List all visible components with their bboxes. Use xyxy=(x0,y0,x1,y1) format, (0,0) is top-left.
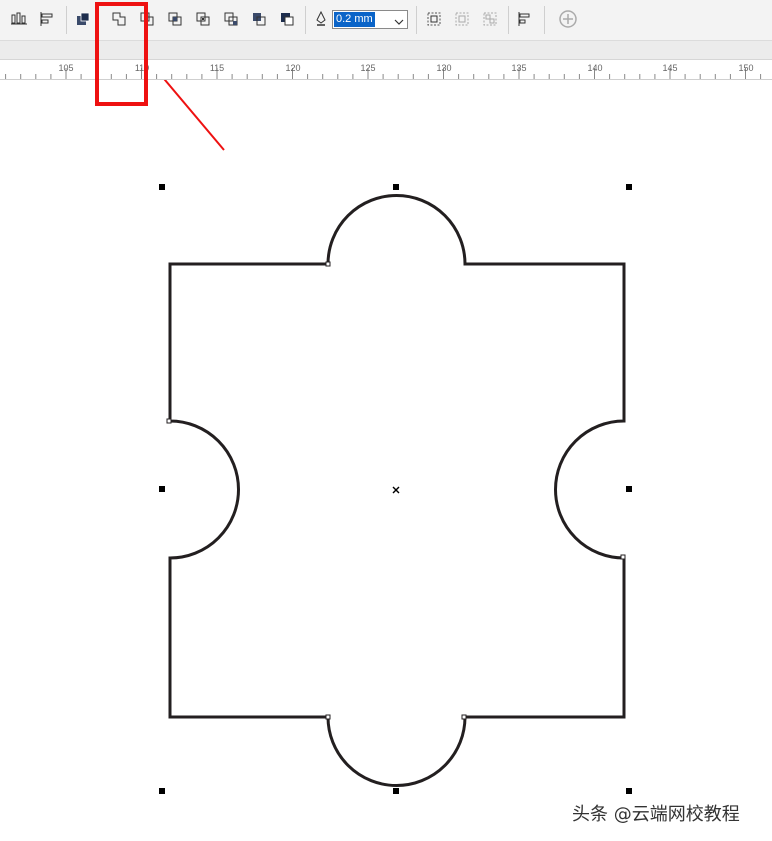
align-left-icon[interactable] xyxy=(36,8,58,30)
selection-handle-sw[interactable] xyxy=(159,788,165,794)
selection-handle-n[interactable] xyxy=(393,184,399,190)
ruler-label: 145 xyxy=(662,63,678,73)
ruler-label: 140 xyxy=(587,63,603,73)
align-distribute-icon[interactable] xyxy=(8,8,30,30)
center-marker-icon[interactable] xyxy=(392,486,400,494)
back-minus-front-icon[interactable] xyxy=(248,8,270,30)
shaping-combine-icon[interactable] xyxy=(72,8,94,30)
intersect-icon[interactable] xyxy=(164,8,186,30)
ruler-label: 135 xyxy=(511,63,527,73)
ruler-label: 115 xyxy=(209,63,225,73)
watermark-text: 头条 @云端网校教程 xyxy=(572,804,740,825)
node-handle[interactable] xyxy=(620,554,626,560)
annotation-highlight-box xyxy=(95,2,148,106)
node-handle[interactable] xyxy=(461,714,467,720)
drawing-canvas[interactable] xyxy=(0,80,772,841)
add-icon[interactable] xyxy=(557,8,579,30)
selection-handle-w[interactable] xyxy=(159,486,165,492)
group-icon[interactable] xyxy=(423,8,445,30)
chevron-down-icon xyxy=(394,14,404,32)
ruler-label: 120 xyxy=(285,63,301,73)
outline-pen-icon[interactable] xyxy=(310,8,332,30)
selection-handle-se[interactable] xyxy=(626,788,632,794)
align-objects-icon[interactable] xyxy=(514,8,536,30)
ruler-label: 105 xyxy=(58,63,74,73)
ungroup-icon[interactable] xyxy=(451,8,473,30)
front-minus-back-icon[interactable] xyxy=(220,8,242,30)
outline-width-value: 0.2 mm xyxy=(334,12,375,27)
ruler-label: 130 xyxy=(436,63,452,73)
node-handle[interactable] xyxy=(325,714,331,720)
ungroup-all-icon[interactable] xyxy=(479,8,501,30)
create-boundary-icon[interactable] xyxy=(276,8,298,30)
simplify-icon[interactable] xyxy=(192,8,214,30)
selection-handle-s[interactable] xyxy=(393,788,399,794)
ruler-label: 150 xyxy=(738,63,754,73)
node-handle[interactable] xyxy=(325,261,331,267)
ruler-label: 125 xyxy=(360,63,376,73)
selection-handle-e[interactable] xyxy=(626,486,632,492)
selection-handle-nw[interactable] xyxy=(159,184,165,190)
selection-handle-ne[interactable] xyxy=(626,184,632,190)
outline-width-select[interactable]: 0.2 mm xyxy=(332,10,408,29)
node-handle[interactable] xyxy=(166,418,172,424)
